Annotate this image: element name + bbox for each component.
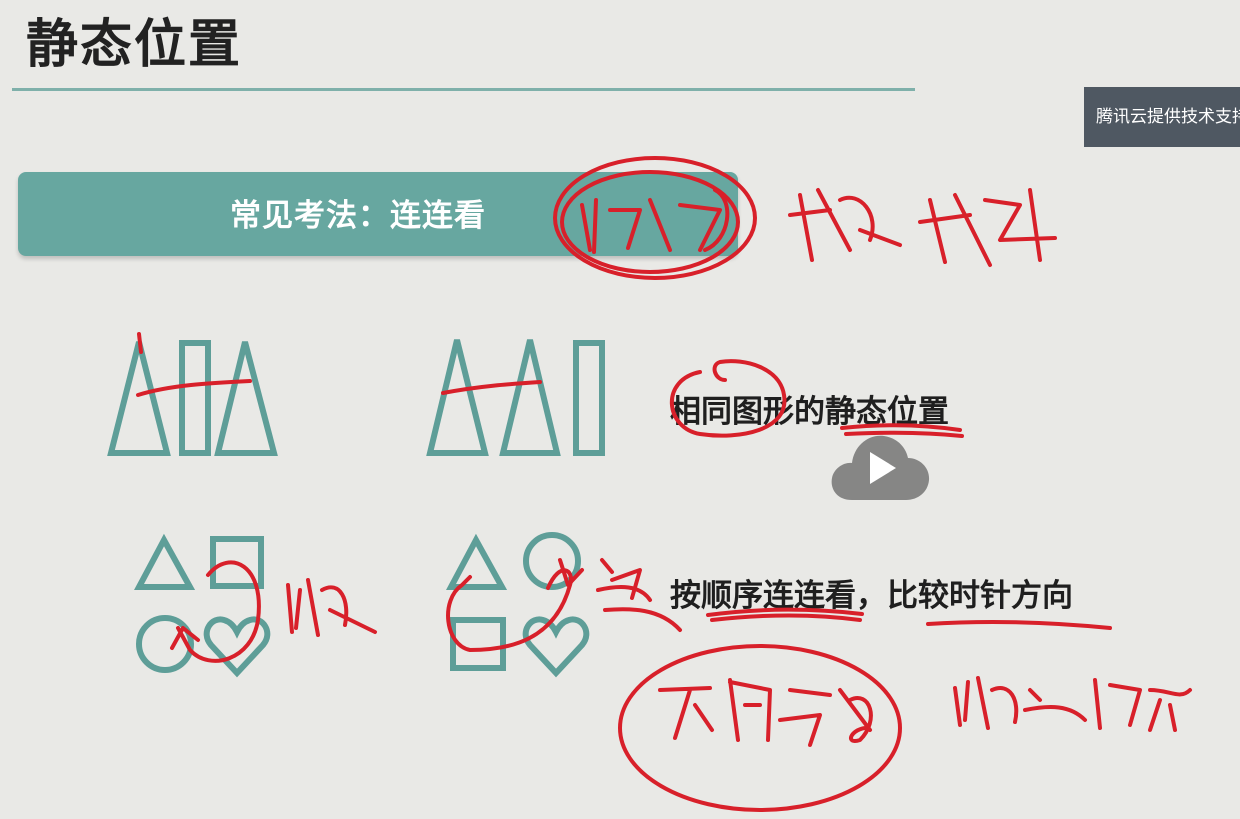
ink-scribble-bottom-right	[953, 676, 1192, 732]
ink-circle-same	[669, 359, 787, 438]
handwriting-annotations	[136, 156, 1192, 812]
ink-word-shun-1	[286, 578, 377, 637]
ink-line-figure-2	[441, 380, 542, 395]
ink-arrow-figure-3	[170, 560, 261, 663]
ink-circle-scribble-top	[553, 156, 757, 280]
ink-line-figure-1	[136, 379, 252, 397]
ink-scribble-top-right	[788, 188, 1057, 267]
ink-word-ni	[596, 558, 682, 632]
ink-tick-figure-1	[137, 332, 143, 354]
play-button[interactable]	[830, 430, 930, 502]
ink-arrow-figure-4	[446, 568, 573, 652]
ink-circle-scribble-bottom	[618, 644, 902, 812]
ink-underline-clockwise	[926, 619, 1112, 630]
